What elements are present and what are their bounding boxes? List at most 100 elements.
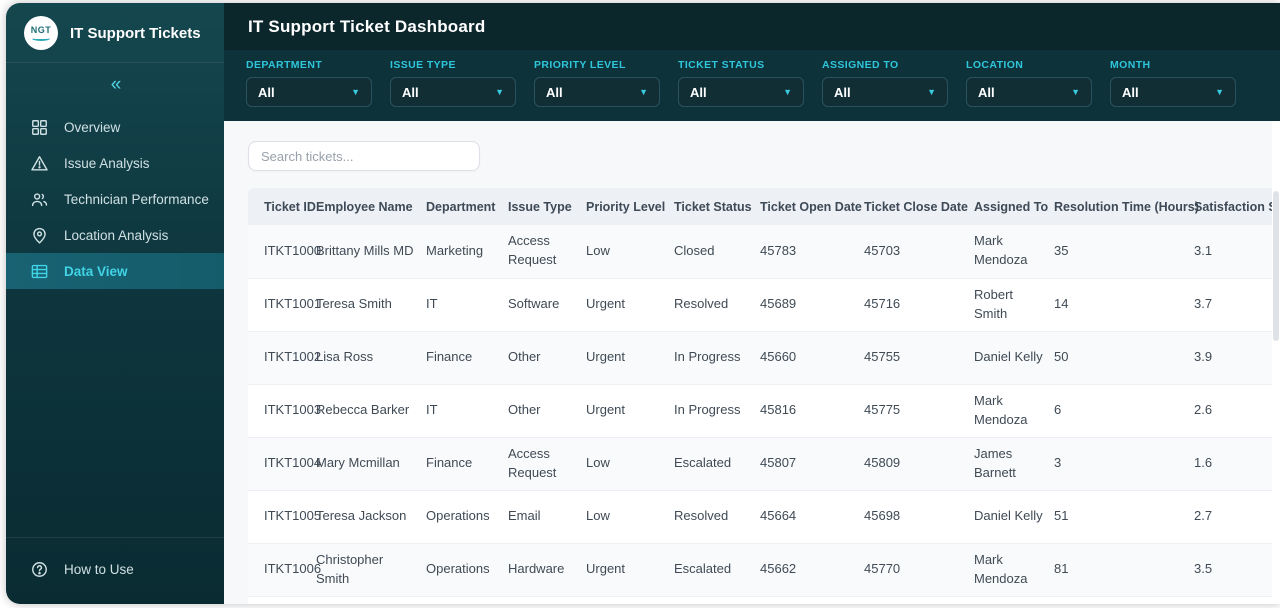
column-header-employee-name: Employee Name bbox=[316, 188, 426, 225]
cell-ticket-close-date: 45755 bbox=[864, 331, 974, 385]
column-header-issue-type: Issue Type bbox=[508, 188, 586, 225]
logo-text: NGT bbox=[30, 24, 52, 35]
vertical-scrollbar-thumb[interactable] bbox=[1273, 191, 1279, 341]
cell-ticket-open-date: 45689 bbox=[760, 278, 864, 332]
chevron-down-icon: ▼ bbox=[927, 87, 936, 97]
cell-employee-name: Rebecca Barker bbox=[316, 384, 426, 438]
cell-resolution-time-hours-: 51 bbox=[1054, 490, 1194, 544]
filter-dropdown-issue-type[interactable]: All ▼ bbox=[390, 77, 516, 107]
filter-label: ASSIGNED TO bbox=[822, 59, 899, 71]
sidebar-item-technician-performance[interactable]: Technician Performance bbox=[6, 181, 224, 217]
page-title: IT Support Ticket Dashboard bbox=[248, 16, 486, 36]
filter-month: MONTH All ▼ bbox=[1110, 59, 1236, 107]
cell-ticket-status: Resolved bbox=[674, 278, 760, 332]
cell-department: Marketing bbox=[426, 225, 508, 279]
page-header: IT Support Ticket Dashboard bbox=[224, 3, 1280, 50]
cell-priority-level: Urgent bbox=[586, 278, 674, 332]
column-header-ticket-open-date: Ticket Open Date bbox=[760, 188, 864, 225]
column-header-priority-level: Priority Level bbox=[586, 188, 674, 225]
vertical-scrollbar[interactable] bbox=[1272, 121, 1280, 604]
cell-ticket-id: ITKT1006 bbox=[248, 543, 321, 597]
column-header-ticket-id: Ticket ID bbox=[248, 188, 316, 225]
app-logo: NGT bbox=[24, 16, 58, 50]
sidebar-item-how-to-use[interactable]: How to Use bbox=[6, 552, 224, 586]
cell-employee-name: Dylan Gutierrez bbox=[316, 596, 426, 604]
cell-ticket-open-date: 45662 bbox=[760, 596, 864, 604]
column-header-satisfaction-score: Satisfaction Score bbox=[1194, 188, 1280, 225]
cell-department: Operations bbox=[426, 490, 508, 544]
cell-issue-type: Hardware bbox=[508, 543, 586, 597]
filter-assigned-to: ASSIGNED TO All ▼ bbox=[822, 59, 948, 107]
sidebar-item-issue-analysis[interactable]: Issue Analysis bbox=[6, 145, 224, 181]
cell-satisfaction-score: 4.2 bbox=[1194, 596, 1280, 604]
cell-priority-level: Low bbox=[586, 437, 674, 491]
table-icon bbox=[30, 262, 49, 281]
sidebar-collapse-icon[interactable]: « bbox=[111, 74, 121, 95]
filter-bar: DEPARTMENT All ▼ ISSUE TYPE All ▼ PRIORITY LEV… bbox=[224, 50, 1280, 121]
search-input[interactable] bbox=[248, 141, 480, 171]
filter-label: ISSUE TYPE bbox=[390, 59, 456, 71]
cell-department: IT bbox=[426, 384, 508, 438]
filter-dropdown-priority-level[interactable]: All ▼ bbox=[534, 77, 660, 107]
column-header-ticket-close-date: Ticket Close Date bbox=[864, 188, 974, 225]
logo-swoosh-icon bbox=[32, 36, 50, 41]
cell-employee-name: Mary Mcmillan bbox=[316, 437, 426, 491]
sidebar-item-overview[interactable]: Overview bbox=[6, 109, 224, 145]
cell-issue-type: Other bbox=[508, 384, 586, 438]
sidebar-item-location-analysis[interactable]: Location Analysis bbox=[6, 217, 224, 253]
cell-employee-name: Christopher Smith bbox=[316, 543, 426, 597]
collapse-row: « bbox=[6, 63, 224, 103]
brand-name: IT Support Tickets bbox=[70, 24, 201, 42]
cell-ticket-id: ITKT1002 bbox=[248, 331, 321, 385]
sidebar-nav: Overview Issue Analysis Technician Perform… bbox=[6, 109, 224, 289]
cell-ticket-id: ITKT1005 bbox=[248, 490, 321, 544]
people-icon bbox=[30, 190, 49, 209]
filter-dropdown-month[interactable]: All ▼ bbox=[1110, 77, 1236, 107]
cell-assigned-to: Mark Mendoza bbox=[974, 543, 1054, 597]
cell-ticket-id: ITKT1000 bbox=[248, 225, 321, 279]
cell-resolution-time-hours-: 3 bbox=[1054, 596, 1194, 604]
cell-satisfaction-score: 3.7 bbox=[1194, 278, 1280, 332]
column-header-ticket-status: Ticket Status bbox=[674, 188, 760, 225]
cell-ticket-status: In Progress bbox=[674, 384, 760, 438]
app-window: NGT IT Support Tickets « Overview Issue A… bbox=[6, 3, 1280, 604]
cell-ticket-status: Closed bbox=[674, 225, 760, 279]
filter-department: DEPARTMENT All ▼ bbox=[246, 59, 372, 107]
sidebar-item-label: Overview bbox=[64, 119, 121, 135]
table-header-row: Ticket ID Employee Name Department Issue Ty… bbox=[248, 188, 1280, 225]
filter-dropdown-assigned-to[interactable]: All ▼ bbox=[822, 77, 948, 107]
cell-assigned-to: Mark Mendoza bbox=[974, 384, 1054, 438]
chevron-down-icon: ▼ bbox=[783, 87, 792, 97]
dropdown-selected-value: All bbox=[258, 84, 275, 100]
filter-dropdown-ticket-status[interactable]: All ▼ bbox=[678, 77, 804, 107]
dropdown-selected-value: All bbox=[546, 84, 563, 100]
filter-dropdown-location[interactable]: All ▼ bbox=[966, 77, 1092, 107]
cell-resolution-time-hours-: 3 bbox=[1054, 437, 1194, 491]
cell-issue-type: Access Request bbox=[508, 596, 586, 604]
sidebar-item-data-view[interactable]: Data View bbox=[6, 253, 224, 289]
cell-ticket-status: Escalated bbox=[674, 437, 760, 491]
cell-ticket-close-date: 45703 bbox=[864, 225, 974, 279]
sidebar-item-label: How to Use bbox=[64, 561, 134, 577]
filter-label: DEPARTMENT bbox=[246, 59, 323, 71]
cell-priority-level: Urgent bbox=[586, 331, 674, 385]
filter-priority-level: PRIORITY LEVEL All ▼ bbox=[534, 59, 660, 107]
filter-dropdown-department[interactable]: All ▼ bbox=[246, 77, 372, 107]
content-area: Ticket IDEmployee NameDepartmentIssue Ty… bbox=[224, 121, 1280, 604]
cell-assigned-to: Robert Smith bbox=[974, 278, 1054, 332]
cell-employee-name: Brittany Mills MD bbox=[316, 225, 426, 279]
cell-ticket-id: ITKT1004 bbox=[248, 437, 321, 491]
chevron-down-icon: ▼ bbox=[639, 87, 648, 97]
grid-icon bbox=[30, 118, 49, 137]
cell-satisfaction-score: 3.5 bbox=[1194, 543, 1280, 597]
cell-employee-name: Teresa Smith bbox=[316, 278, 426, 332]
cell-issue-type: Software bbox=[508, 278, 586, 332]
cell-ticket-close-date: 45716 bbox=[864, 278, 974, 332]
cell-satisfaction-score: 3.1 bbox=[1194, 225, 1280, 279]
cell-priority-level: Urgent bbox=[586, 384, 674, 438]
cell-issue-type: Access Request bbox=[508, 225, 586, 279]
sidebar: NGT IT Support Tickets « Overview Issue A… bbox=[6, 3, 224, 604]
cell-priority-level: Low bbox=[586, 490, 674, 544]
table-row: ITKT1000 Brittany Mills MD Marketing Access… bbox=[248, 225, 1280, 279]
cell-ticket-open-date: 45662 bbox=[760, 543, 864, 597]
